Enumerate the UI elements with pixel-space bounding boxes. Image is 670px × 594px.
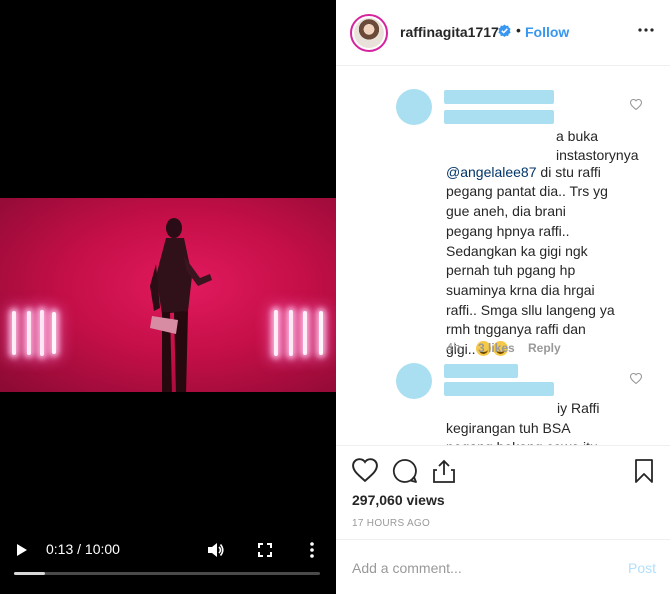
like-heart-icon[interactable]: [352, 458, 378, 487]
stage-light: [274, 310, 278, 356]
add-comment-bar: Add a comment... Post: [336, 539, 670, 594]
avatar[interactable]: [350, 14, 388, 52]
comment-time: 4h: [446, 340, 461, 355]
post-panel: raffinagita1717 • Follow a buka instasto…: [336, 0, 670, 594]
mention-link[interactable]: @angelalee87: [446, 164, 537, 180]
save-bookmark-icon[interactable]: [634, 458, 654, 489]
like-comment-heart-icon[interactable]: [629, 97, 643, 115]
post-actions: 297,060 views 17 HOURS AGO: [336, 445, 670, 539]
comment-body: @angelalee87 di stu raffi pegang pantat …: [446, 143, 646, 360]
play-icon[interactable]: [14, 540, 30, 560]
commenter-avatar[interactable]: [396, 89, 432, 125]
fullscreen-icon[interactable]: [256, 540, 274, 560]
stage-light: [303, 311, 307, 355]
view-count[interactable]: 297,060 views: [352, 492, 445, 508]
username-link[interactable]: raffinagita1717: [400, 24, 499, 40]
redacted-username: [444, 364, 518, 378]
stage-light: [319, 311, 323, 355]
post-comment-button[interactable]: Post: [628, 560, 656, 576]
video-frame: [0, 198, 336, 392]
post-timestamp[interactable]: 17 HOURS AGO: [352, 518, 430, 529]
stage-light: [40, 310, 44, 356]
volume-icon[interactable]: [206, 540, 226, 560]
like-comment-heart-icon[interactable]: [629, 371, 643, 389]
reply-button[interactable]: Reply: [528, 341, 561, 355]
stage-light: [27, 311, 31, 355]
comment-text-body: di stu raffi pegang pantat dia.. Trs yg …: [446, 163, 615, 358]
stage-light: [52, 312, 56, 354]
share-icon[interactable]: [432, 458, 456, 489]
stage-light: [12, 311, 16, 355]
post-header: raffinagita1717 • Follow: [336, 0, 670, 66]
redacted-username: [444, 90, 554, 104]
redacted-text: [444, 382, 554, 396]
header-separator: •: [516, 22, 521, 38]
more-options-icon[interactable]: [638, 22, 654, 43]
commenter-avatar[interactable]: [396, 363, 432, 399]
verified-badge-icon: [498, 24, 511, 42]
comment-body: kegirangan tuh BSA pegang bokong cewe it…: [446, 399, 646, 445]
video-controls: 0:13 / 10:00: [0, 530, 336, 570]
stage-light: [289, 310, 293, 356]
video-time: 0:13 / 10:00: [46, 541, 120, 557]
comments-list[interactable]: a buka instastorynya @angelalee87 di stu…: [336, 67, 670, 445]
video-progress-bar[interactable]: [14, 572, 320, 575]
video-progress-fill: [14, 572, 45, 575]
redacted-text: [444, 110, 554, 124]
more-options-icon[interactable]: [304, 540, 320, 560]
video-player[interactable]: 0:13 / 10:00: [0, 0, 336, 594]
performer-silhouette: [150, 218, 212, 392]
comment-input[interactable]: Add a comment...: [352, 560, 462, 576]
comment-text-body: kegirangan tuh BSA pegang bokong cewe it…: [446, 419, 598, 445]
comment-bubble-icon[interactable]: [392, 458, 418, 489]
follow-button[interactable]: Follow: [525, 24, 569, 40]
comment-likes[interactable]: 3 likes: [478, 341, 515, 355]
